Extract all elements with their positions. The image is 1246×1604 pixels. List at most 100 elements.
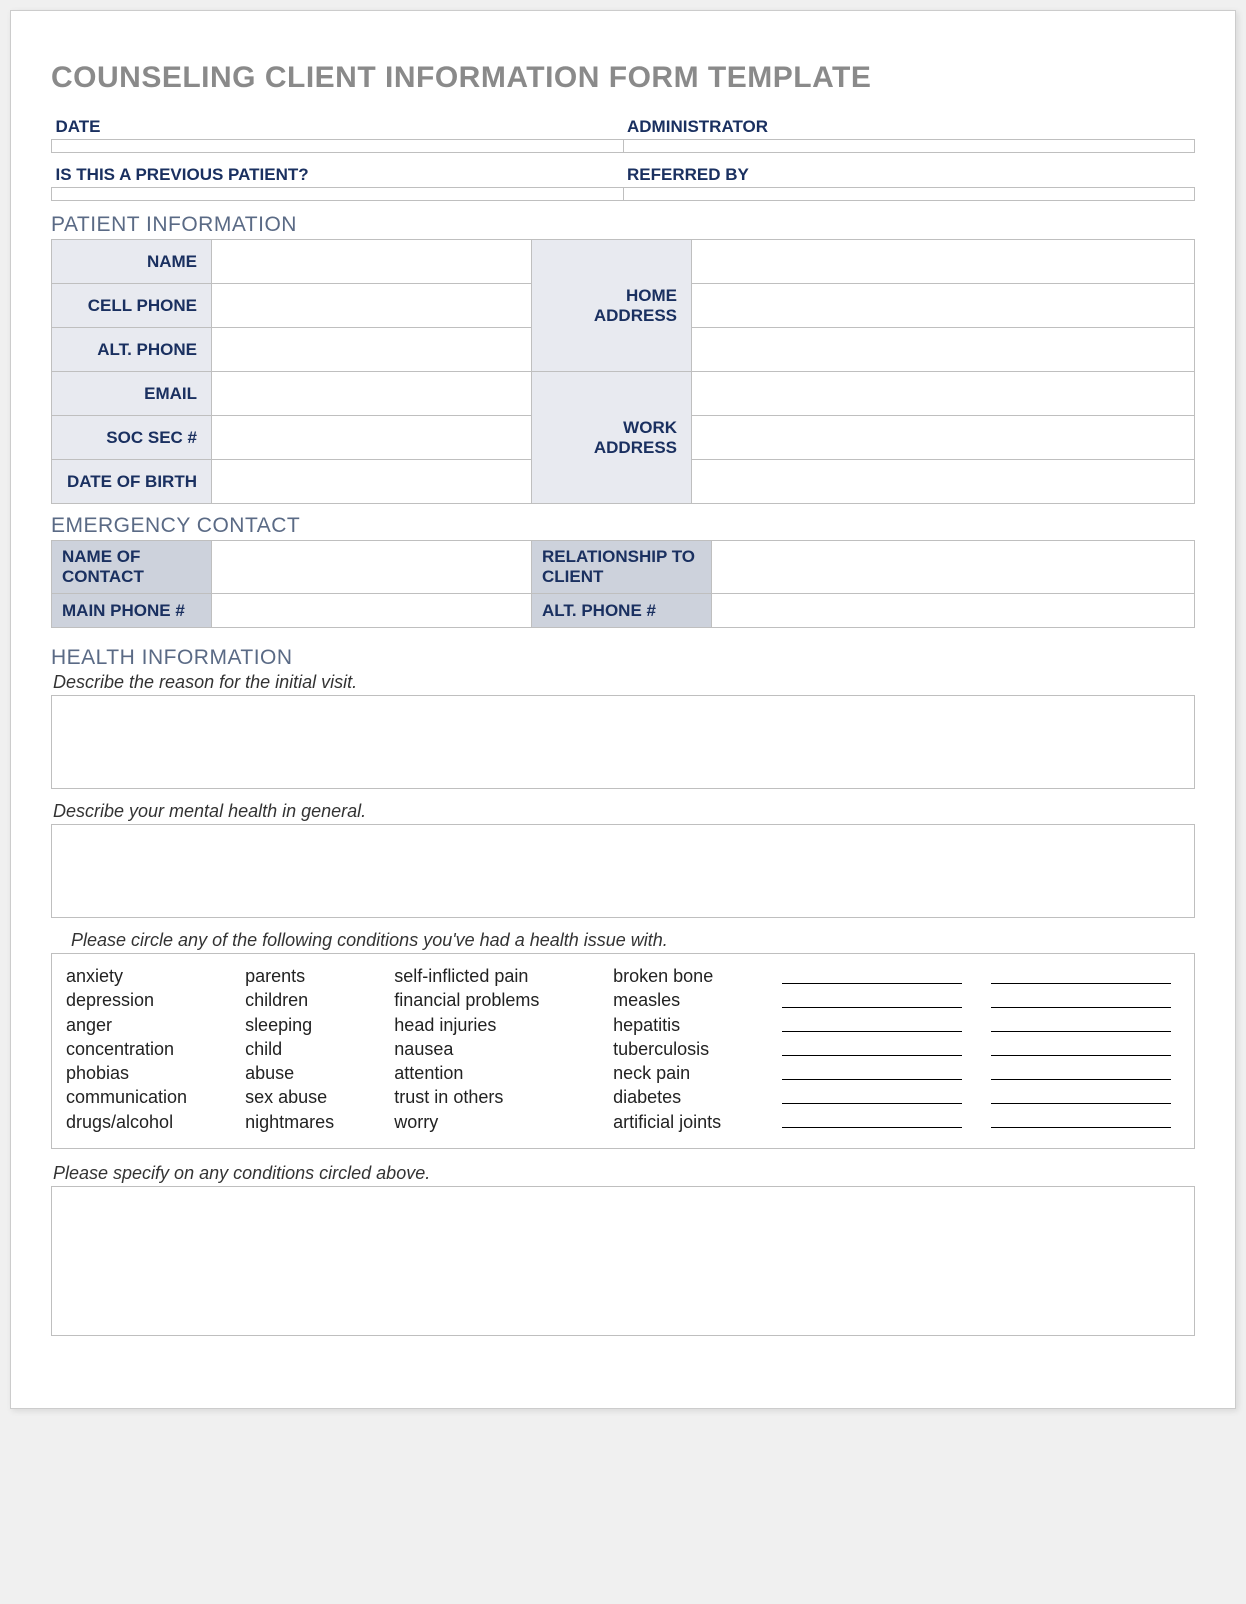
date-input[interactable]	[52, 140, 624, 153]
condition-item: child	[245, 1037, 374, 1061]
condition-item: hepatitis	[613, 1013, 762, 1037]
condition-item: attention	[394, 1061, 593, 1085]
page-title: COUNSELING CLIENT INFORMATION FORM TEMPL…	[51, 61, 1195, 95]
circle-instruction: Please circle any of the following condi…	[51, 930, 1195, 951]
conditions-col-1: anxietydepressionangerconcentrationphobi…	[66, 964, 225, 1134]
work-address-line3[interactable]	[692, 460, 1195, 504]
condition-item: head injuries	[394, 1013, 593, 1037]
general-instruction: Describe your mental health in general.	[51, 801, 1195, 822]
condition-item: drugs/alcohol	[66, 1110, 225, 1134]
conditions-blank-col-1	[782, 964, 971, 1134]
condition-item: phobias	[66, 1061, 225, 1085]
cell-phone-label: CELL PHONE	[88, 296, 197, 315]
work-address-label: WORK ADDRESS	[594, 418, 677, 457]
condition-item: worry	[394, 1110, 593, 1134]
home-address-line3[interactable]	[692, 328, 1195, 372]
condition-item: sex abuse	[245, 1085, 374, 1109]
general-textarea[interactable]	[51, 824, 1195, 918]
referred-by-input[interactable]	[623, 188, 1195, 201]
condition-item: anxiety	[66, 964, 225, 988]
condition-item: parents	[245, 964, 374, 988]
condition-item: tuberculosis	[613, 1037, 762, 1061]
home-address-line1[interactable]	[692, 240, 1195, 284]
condition-item: nausea	[394, 1037, 593, 1061]
dob-input[interactable]	[212, 460, 532, 504]
condition-item: diabetes	[613, 1085, 762, 1109]
soc-sec-label: SOC SEC #	[106, 428, 197, 447]
alt-phone-input[interactable]	[212, 328, 532, 372]
conditions-box: anxietydepressionangerconcentrationphobi…	[51, 953, 1195, 1149]
blank-line[interactable]	[991, 1012, 1171, 1032]
referred-by-label: REFERRED BY	[627, 165, 749, 184]
condition-item: concentration	[66, 1037, 225, 1061]
blank-line[interactable]	[991, 964, 1171, 984]
main-phone-label: MAIN PHONE #	[62, 601, 185, 620]
conditions-col-3: self-inflicted painfinancial problemshea…	[394, 964, 593, 1134]
blank-line[interactable]	[991, 1084, 1171, 1104]
blank-line[interactable]	[782, 964, 962, 984]
condition-item: artificial joints	[613, 1110, 762, 1134]
conditions-col-2: parentschildrensleepingchildabusesex abu…	[245, 964, 374, 1134]
condition-item: communication	[66, 1085, 225, 1109]
blank-line[interactable]	[782, 1060, 962, 1080]
blank-line[interactable]	[991, 988, 1171, 1008]
condition-item: neck pain	[613, 1061, 762, 1085]
contact-name-input[interactable]	[212, 541, 532, 594]
home-address-line2[interactable]	[692, 284, 1195, 328]
contact-name-label: NAME OF CONTACT	[62, 547, 144, 586]
meta-row-1: DATE ADMINISTRATOR	[51, 117, 1195, 153]
previous-patient-input[interactable]	[52, 188, 624, 201]
section-health: HEALTH INFORMATION	[51, 646, 1195, 670]
email-input[interactable]	[212, 372, 532, 416]
work-address-line2[interactable]	[692, 416, 1195, 460]
blank-line[interactable]	[782, 1084, 962, 1104]
relationship-label: RELATIONSHIP TO CLIENT	[542, 547, 695, 586]
blank-line[interactable]	[782, 1036, 962, 1056]
reason-instruction: Describe the reason for the initial visi…	[51, 672, 1195, 693]
name-label: NAME	[147, 252, 197, 271]
condition-item: financial problems	[394, 988, 593, 1012]
soc-sec-input[interactable]	[212, 416, 532, 460]
administrator-input[interactable]	[623, 140, 1195, 153]
emergency-table: NAME OF CONTACT RELATIONSHIP TO CLIENT M…	[51, 540, 1195, 628]
cell-phone-input[interactable]	[212, 284, 532, 328]
email-label: EMAIL	[144, 384, 197, 403]
emergency-alt-phone-input[interactable]	[712, 594, 1195, 628]
blank-line[interactable]	[991, 1108, 1171, 1128]
home-address-label: HOME ADDRESS	[594, 286, 677, 325]
condition-item: self-inflicted pain	[394, 964, 593, 988]
relationship-input[interactable]	[712, 541, 1195, 594]
administrator-label: ADMINISTRATOR	[627, 117, 768, 136]
emergency-alt-phone-label: ALT. PHONE #	[542, 601, 656, 620]
blank-line[interactable]	[782, 1108, 962, 1128]
blank-line[interactable]	[991, 1036, 1171, 1056]
section-emergency: EMERGENCY CONTACT	[51, 514, 1195, 538]
condition-item: sleeping	[245, 1013, 374, 1037]
name-input[interactable]	[212, 240, 532, 284]
date-label: DATE	[56, 117, 101, 136]
alt-phone-label: ALT. PHONE	[97, 340, 197, 359]
dob-label: DATE OF BIRTH	[67, 472, 197, 491]
previous-patient-label: IS THIS A PREVIOUS PATIENT?	[56, 165, 309, 184]
condition-item: nightmares	[245, 1110, 374, 1134]
condition-item: depression	[66, 988, 225, 1012]
conditions-blank-col-2	[991, 964, 1180, 1134]
condition-item: measles	[613, 988, 762, 1012]
reason-textarea[interactable]	[51, 695, 1195, 789]
condition-item: broken bone	[613, 964, 762, 988]
blank-line[interactable]	[991, 1060, 1171, 1080]
form-page: COUNSELING CLIENT INFORMATION FORM TEMPL…	[10, 10, 1236, 1409]
patient-info-table: NAME HOME ADDRESS CELL PHONE ALT. PHONE …	[51, 239, 1195, 504]
specify-textarea[interactable]	[51, 1186, 1195, 1336]
condition-item: trust in others	[394, 1085, 593, 1109]
condition-item: abuse	[245, 1061, 374, 1085]
section-patient-info: PATIENT INFORMATION	[51, 213, 1195, 237]
blank-line[interactable]	[782, 1012, 962, 1032]
specify-instruction: Please specify on any conditions circled…	[51, 1163, 1195, 1184]
condition-item: children	[245, 988, 374, 1012]
conditions-col-4: broken bonemeasleshepatitistuberculosisn…	[613, 964, 762, 1134]
work-address-line1[interactable]	[692, 372, 1195, 416]
main-phone-input[interactable]	[212, 594, 532, 628]
condition-item: anger	[66, 1013, 225, 1037]
blank-line[interactable]	[782, 988, 962, 1008]
